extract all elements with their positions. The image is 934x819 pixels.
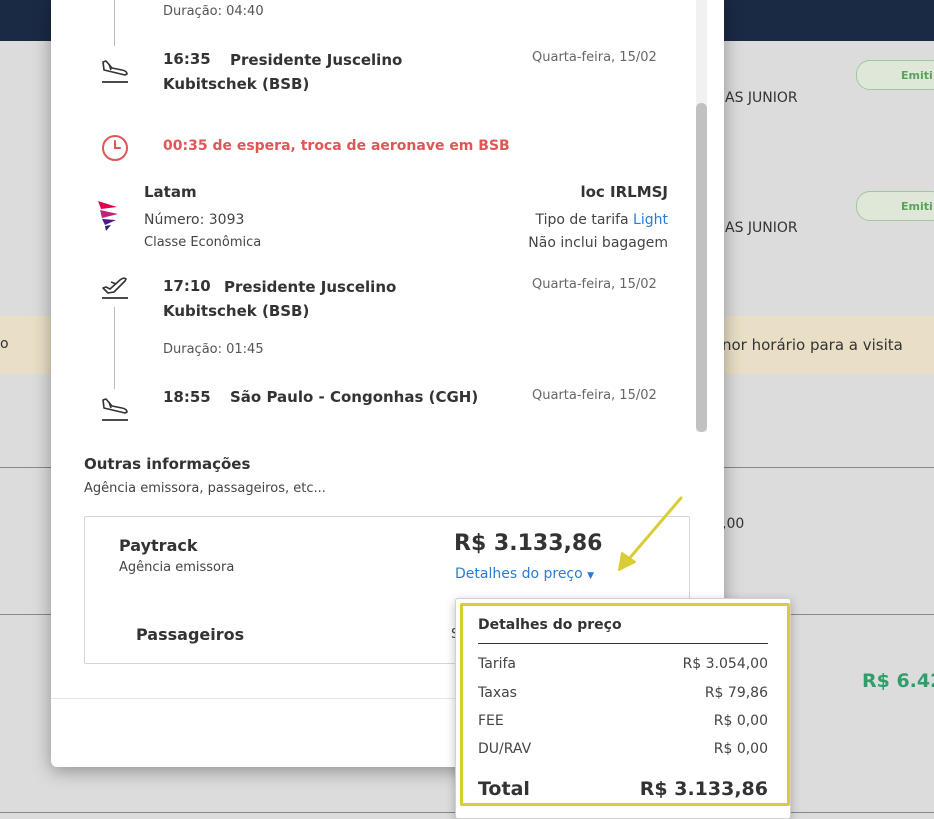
passenger-name: AS JUNIOR	[725, 220, 798, 236]
connection-wait-text: 00:35 de espera, troca de aeronave em BS…	[163, 138, 510, 154]
arrival-date: Quarta-feira, 15/02	[532, 50, 657, 65]
passenger-name: AS JUNIOR	[725, 90, 798, 106]
booking-locator: loc IRLMSJ	[580, 183, 668, 201]
price-row-value: R$ 79,86	[704, 685, 768, 701]
other-info-subtitle: Agência emissora, passageiros, etc...	[84, 481, 326, 496]
plane-landing-icon	[102, 398, 128, 421]
plane-takeoff-icon	[102, 277, 128, 299]
clock-icon	[102, 135, 128, 161]
caret-down-icon: ▼	[587, 571, 595, 581]
price-row-label: Taxas	[478, 685, 517, 701]
departure-date: Quarta-feira, 15/02	[532, 277, 657, 292]
arrival-airport: Presidente Juscelino Kubitschek (BSB)	[163, 51, 403, 93]
flight-duration: Duração: 01:45	[163, 342, 264, 357]
arrival-time: 18:55	[163, 388, 211, 406]
fare-type: Tipo de tarifa Light	[536, 212, 669, 228]
arrival-airport: São Paulo - Congonhas (CGH)	[230, 388, 479, 406]
segment-duration: Duração: 04:40	[163, 4, 264, 19]
baggage-info: Não inclui bagagem	[528, 235, 668, 251]
passengers-label[interactable]: Passageiros	[136, 625, 244, 644]
timeline-line	[114, 307, 115, 389]
total-value: R$ 3.133,86	[639, 778, 768, 800]
plane-landing-icon	[102, 60, 128, 83]
status-badge: Emiti	[856, 60, 934, 90]
price-details-label: Detalhes do preço	[455, 566, 583, 582]
agency-label: Agência emissora	[119, 560, 235, 575]
price-row-label: FEE	[478, 713, 504, 729]
price-row-value: R$ 3.054,00	[682, 656, 768, 672]
banner-text: nor horário para a visita	[722, 336, 903, 354]
price-details-link[interactable]: Detalhes do preço ▼	[455, 566, 594, 582]
fare-type-label: Tipo de tarifa	[535, 212, 629, 228]
banner-text-left: o	[0, 336, 9, 352]
price-row-label: Tarifa	[478, 656, 516, 672]
fare-type-value[interactable]: Light	[633, 212, 668, 228]
status-badge: Emiti	[856, 191, 934, 221]
total-label: Total	[478, 778, 530, 800]
departure-airport: Presidente Juscelino Kubitschek (BSB)	[163, 278, 397, 320]
other-info-title: Outras informações	[84, 455, 251, 473]
agency-price: R$ 3.133,86	[454, 531, 603, 556]
price-row-label: DU/RAV	[478, 741, 532, 757]
latam-logo-icon	[98, 201, 118, 231]
cabin-class: Classe Econômica	[144, 235, 262, 250]
highlight-box	[460, 603, 790, 806]
agency-name: Paytrack	[119, 536, 198, 555]
background-value: ,00	[722, 516, 745, 532]
flight-number: Número: 3093	[144, 212, 245, 228]
popover-divider	[478, 643, 768, 644]
scrollbar-thumb[interactable]	[696, 103, 707, 432]
airline-name: Latam	[144, 183, 197, 201]
price-row-value: R$ 0,00	[713, 713, 768, 729]
price-row-value: R$ 0,00	[713, 741, 768, 757]
popover-title: Detalhes do preço	[478, 617, 622, 633]
arrival-date: Quarta-feira, 15/02	[532, 388, 657, 403]
timeline-line	[114, 0, 115, 46]
background-total-price: R$ 6.42	[862, 670, 934, 692]
